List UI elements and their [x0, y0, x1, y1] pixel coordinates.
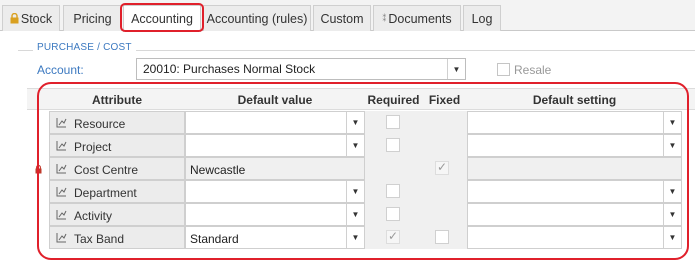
tab-label: Stock	[20, 11, 53, 26]
resale-label: Resale	[514, 63, 552, 77]
tab-pricing[interactable]: Pricing	[63, 5, 122, 31]
documents-icon: ⁑	[382, 14, 387, 23]
tab-accounting-rules[interactable]: Accounting (rules)	[203, 5, 311, 31]
tab-stock[interactable]: Stock	[2, 5, 60, 31]
resale-checkbox[interactable]	[497, 63, 510, 76]
account-value: 20010: Purchases Normal Stock	[143, 62, 316, 76]
tab-log[interactable]: Log	[463, 5, 501, 31]
table-highlight	[37, 82, 689, 260]
chevron-down-icon[interactable]: ▼	[447, 59, 465, 79]
tab-custom[interactable]: Custom	[313, 5, 371, 31]
tab-documents[interactable]: ⁑ Documents	[373, 5, 461, 31]
tab-label: Pricing	[73, 11, 112, 26]
tab-label: Custom	[320, 11, 364, 26]
tab-label: Log	[471, 11, 493, 26]
tab-label: Documents	[388, 11, 452, 26]
tab-highlight	[120, 3, 204, 32]
tab-bar: Stock Pricing Accounting Accounting (rul…	[0, 0, 695, 32]
account-select[interactable]: 20010: Purchases Normal Stock ▼	[136, 58, 466, 80]
lock-icon	[10, 13, 19, 24]
account-label: Account:	[37, 63, 84, 77]
tab-label: Accounting (rules)	[206, 11, 308, 26]
section-title: PURCHASE / COST	[33, 42, 136, 53]
